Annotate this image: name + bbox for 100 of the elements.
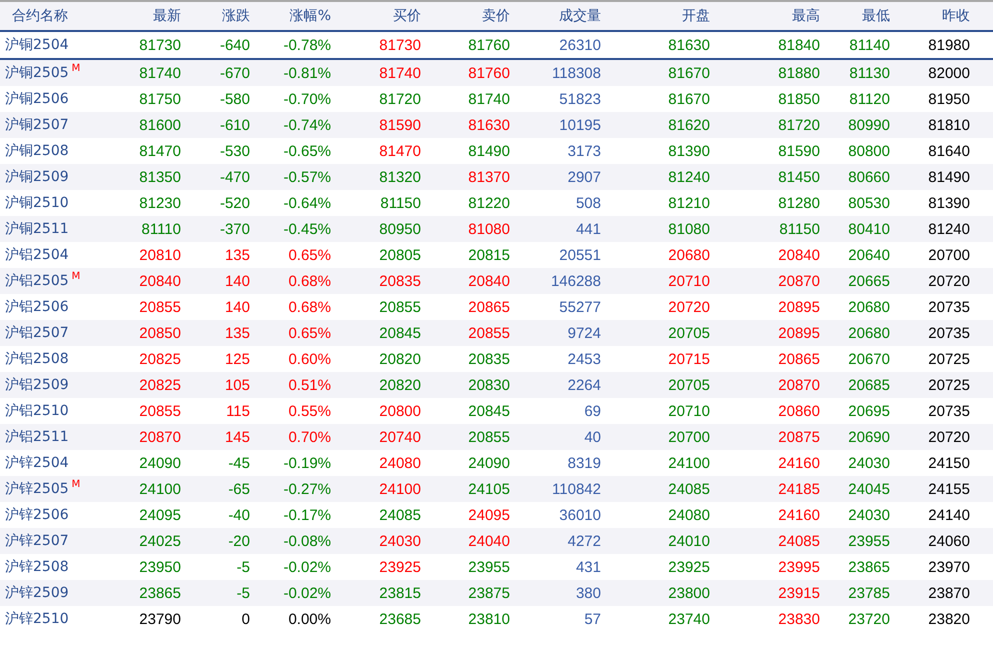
column-header[interactable]: 开盘 [601, 1, 710, 31]
table-row[interactable]: 沪铜2508 81470 -530 -0.65% 81470 81490 3173 81390 81590 80800 81640 [0, 138, 993, 164]
table-row[interactable]: 沪锌2509 23865 -5 -0.02% 23815 23875 380 23800 23915 23785 23870 [0, 580, 993, 606]
table-cell: 20690 [820, 424, 890, 450]
table-cell: 20680 [820, 320, 890, 346]
table-cell: 24060 [890, 528, 970, 554]
table-cell: 20850 [120, 320, 181, 346]
column-header[interactable]: 昨收 [890, 1, 970, 31]
column-header[interactable]: 最高 [710, 1, 820, 31]
table-row[interactable]: 沪锌2507 24025 -20 -0.08% 24030 24040 4272 24010 24085 23955 24060 [0, 528, 993, 554]
table-row[interactable]: 沪铝2507 20850 135 0.65% 20845 20855 9724 20705 20895 20680 20735 [0, 320, 993, 346]
table-row[interactable]: 沪锌2504 24090 -45 -0.19% 24080 24090 8319 24100 24160 24030 24150 [0, 450, 993, 476]
table-cell: 81130 [820, 59, 890, 86]
contract-name: 沪铝2509 [5, 377, 69, 393]
table-cell: -580 [181, 86, 250, 112]
table-cell: 0.60% [250, 346, 331, 372]
table-cell: 20720 [601, 294, 710, 320]
table-cell: 0.00% [250, 606, 331, 632]
table-cell: 80990 [820, 112, 890, 138]
table-row[interactable]: 沪铝2509 20825 105 0.51% 20820 20830 2264 20705 20870 20685 20725 [0, 372, 993, 398]
table-cell: 20720 [890, 424, 970, 450]
table-cell: 24100 [331, 476, 421, 502]
table-row[interactable]: 沪铝2510 20855 115 0.55% 20800 20845 69 20710 20860 20695 20735 [0, 398, 993, 424]
table-cell: 23950 [120, 554, 181, 580]
table-cell: 80410 [820, 216, 890, 242]
table-cell: 81240 [890, 216, 970, 242]
table-cell: 23995 [710, 554, 820, 580]
contract-name: 沪锌2508 [5, 559, 69, 575]
table-cell: 9724 [510, 320, 601, 346]
table-cell: 23785 [820, 580, 890, 606]
table-row[interactable]: 沪铝2506 20855 140 0.68% 20855 20865 55277 20720 20895 20680 20735 [0, 294, 993, 320]
table-row[interactable]: 沪铝2511 20870 145 0.70% 20740 20855 40 20700 20875 20690 20720 [0, 424, 993, 450]
table-cell: 20735 [890, 398, 970, 424]
table-cell: 20870 [120, 424, 181, 450]
column-header[interactable]: 买价 [331, 1, 421, 31]
table-cell: 81150 [710, 216, 820, 242]
table-row[interactable]: 沪铝2505 $^{M}$ 20840 140 0.68% 20835 20840 146288 20710 20870 20665 20720 [0, 268, 993, 294]
column-header[interactable]: 最低 [820, 1, 890, 31]
column-header[interactable]: 涨幅% [250, 1, 331, 31]
table-cell: 105 [181, 372, 250, 398]
column-header[interactable]: 合约名称 [0, 1, 120, 31]
table-cell: -5 [181, 580, 250, 606]
table-row[interactable]: 沪铝2508 20825 125 0.60% 20820 20835 2453 20715 20865 20670 20725 [0, 346, 993, 372]
contract-name: 沪铜2505 [5, 65, 69, 81]
column-header[interactable]: 最新 [120, 1, 181, 31]
table-cell: 20855 [120, 398, 181, 424]
table-cell: 80800 [820, 138, 890, 164]
table-row[interactable]: 沪铜2510 81230 -520 -0.64% 81150 81220 508 81210 81280 80530 81390 [0, 190, 993, 216]
table-cell: -40 [181, 502, 250, 528]
table-cell: 20551 [510, 242, 601, 268]
column-header[interactable]: 卖价 [421, 1, 510, 31]
column-header[interactable]: 成交量 [510, 1, 601, 31]
table-cell: 23815 [331, 580, 421, 606]
table-cell: 20855 [421, 424, 510, 450]
table-cell: 69 [510, 398, 601, 424]
table-cell: -0.70% [250, 86, 331, 112]
contract-name: 沪锌2510 [5, 611, 69, 627]
table-cell: 23925 [331, 554, 421, 580]
table-cell: 23955 [820, 528, 890, 554]
table-cell: 0.65% [250, 320, 331, 346]
table-cell: 20840 [421, 268, 510, 294]
contract-name: 沪铜2506 [5, 91, 69, 107]
table-row[interactable]: 沪铝2504 20810 135 0.65% 20805 20815 20551 20680 20840 20640 20700 [0, 242, 993, 268]
table-cell: 24160 [710, 502, 820, 528]
column-header[interactable]: 涨跌 [181, 1, 250, 31]
contract-name: 沪铝2508 [5, 351, 69, 367]
table-cell: 80530 [820, 190, 890, 216]
table-row[interactable]: 沪锌2505 $^{M}$ 24100 -65 -0.27% 24100 24105 110842 24085 24185 24045 24155 [0, 476, 993, 502]
table-cell: 81670 [601, 59, 710, 86]
table-cell: 81630 [421, 112, 510, 138]
table-row[interactable]: 沪锌2506 24095 -40 -0.17% 24085 24095 36010 24080 24160 24030 24140 [0, 502, 993, 528]
table-cell: 20725 [890, 346, 970, 372]
table-cell: 81720 [331, 86, 421, 112]
contract-name: 沪铜2509 [5, 169, 69, 185]
table-cell: 24155 [890, 476, 970, 502]
table-cell: 82000 [890, 59, 970, 86]
table-cell: 24105 [421, 476, 510, 502]
table-cell: 81490 [890, 164, 970, 190]
table-row[interactable]: 沪铜2506 81750 -580 -0.70% 81720 81740 51823 81670 81850 81120 81950 [0, 86, 993, 112]
table-cell: 0 [181, 606, 250, 632]
table-cell: 81390 [890, 190, 970, 216]
table-cell: 81080 [601, 216, 710, 242]
contract-name: 沪锌2509 [5, 585, 69, 601]
table-cell: 81350 [120, 164, 181, 190]
table-cell: 20855 [120, 294, 181, 320]
table-cell: 81230 [120, 190, 181, 216]
table-cell: 20835 [331, 268, 421, 294]
table-row[interactable]: 沪锌2508 23950 -5 -0.02% 23925 23955 431 23925 23995 23865 23970 [0, 554, 993, 580]
table-cell: 20665 [820, 268, 890, 294]
table-cell: 81720 [710, 112, 820, 138]
contract-name: 沪铝2504 [5, 247, 69, 263]
table-cell: 23800 [601, 580, 710, 606]
table-cell: 81590 [331, 112, 421, 138]
table-row[interactable]: 沪铜2504 81730 -640 -0.78% 81730 81760 26310 81630 81840 81140 81980 [0, 31, 993, 59]
table-cell: 81850 [710, 86, 820, 112]
table-cell: 55277 [510, 294, 601, 320]
table-cell: 135 [181, 320, 250, 346]
table-row[interactable]: 沪铜2511 81110 -370 -0.45% 80950 81080 441 81080 81150 80410 81240 [0, 216, 993, 242]
table-cell: 20875 [710, 424, 820, 450]
table-cell: 24185 [710, 476, 820, 502]
